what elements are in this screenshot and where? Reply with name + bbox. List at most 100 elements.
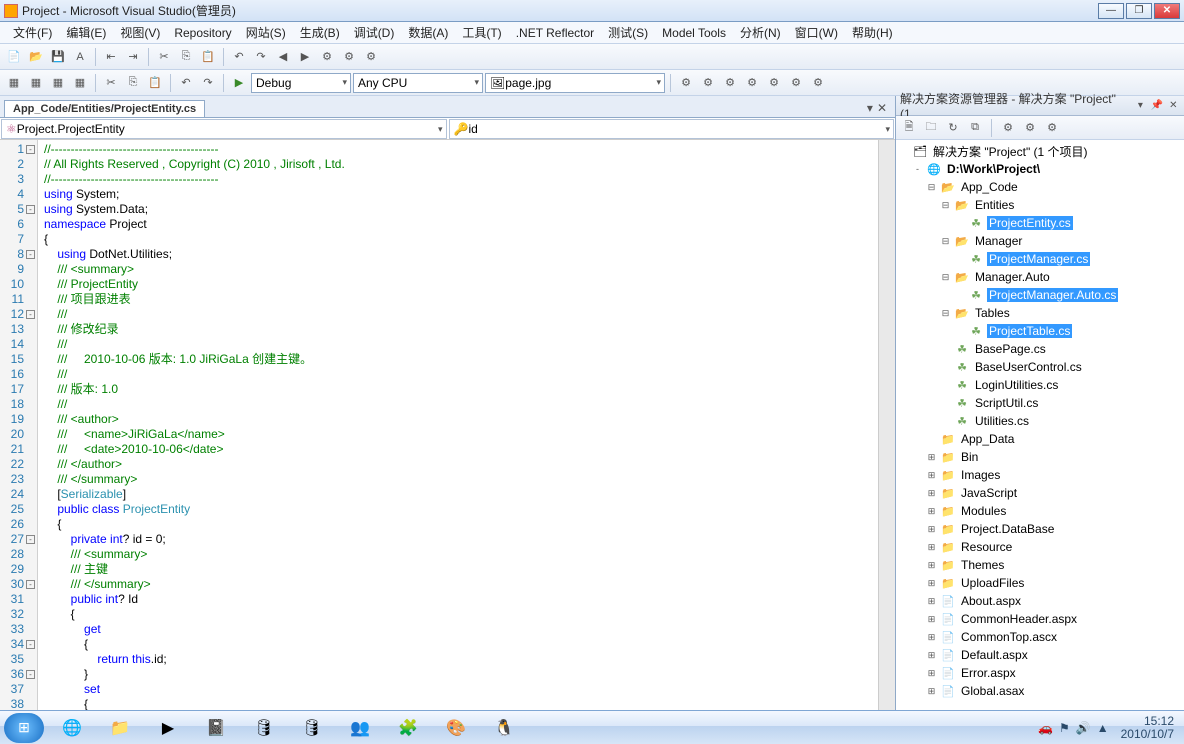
tb-icon[interactable]: ⚙ <box>808 73 828 93</box>
pane-close-icon[interactable]: ✕ <box>1167 99 1180 113</box>
tree-node[interactable]: ☘BaseUserControl.cs <box>896 358 1184 376</box>
tree-node[interactable]: ☘ProjectManager.Auto.cs <box>896 286 1184 304</box>
menu-item[interactable]: Repository <box>167 24 238 42</box>
tree-node[interactable]: ☘ScriptUtil.cs <box>896 394 1184 412</box>
tree-node[interactable]: ⊞📁Resource <box>896 538 1184 556</box>
start-button[interactable]: ⊞ <box>4 713 44 743</box>
open-icon[interactable]: 📂 <box>26 47 46 67</box>
menu-item[interactable]: 网站(S) <box>239 22 293 43</box>
tb-icon[interactable]: ▦ <box>48 73 68 93</box>
menu-item[interactable]: 调试(D) <box>347 22 402 43</box>
show-all-icon[interactable]: 🗀 <box>922 119 940 137</box>
copy-icon[interactable]: ⎘ <box>176 47 196 67</box>
pin-icon[interactable]: 📌 <box>1150 99 1163 113</box>
tray-icon[interactable]: ⚑ <box>1059 721 1070 735</box>
tree-node[interactable]: ⊞📁Project.DataBase <box>896 520 1184 538</box>
nav-back-icon[interactable]: ◀ <box>273 47 293 67</box>
tree-node[interactable]: ⊟📂Manager <box>896 232 1184 250</box>
minimize-button[interactable]: ― <box>1098 3 1124 19</box>
properties-icon[interactable]: 🗎 <box>900 119 918 137</box>
document-tab[interactable]: App_Code/Entities/ProjectEntity.cs <box>4 100 205 117</box>
tree-node[interactable]: ⊟📂Manager.Auto <box>896 268 1184 286</box>
tool-icon[interactable]: ⚙ <box>317 47 337 67</box>
tree-node[interactable]: ⊟📂Tables <box>896 304 1184 322</box>
menu-item[interactable]: 编辑(E) <box>59 22 113 43</box>
font-icon[interactable]: A <box>70 47 90 67</box>
tree-node[interactable]: ⊞📁Themes <box>896 556 1184 574</box>
taskbar-item[interactable]: 🛢 <box>242 713 286 743</box>
tb-icon[interactable]: ▦ <box>70 73 90 93</box>
taskbar-item[interactable]: 📓 <box>194 713 238 743</box>
member-combo[interactable]: 🔑 id <box>449 119 895 139</box>
view-code-icon[interactable]: ⚙ <box>999 119 1017 137</box>
taskbar-item[interactable]: 🎨 <box>434 713 478 743</box>
tree-node[interactable]: ☘ProjectTable.cs <box>896 322 1184 340</box>
tree-node[interactable]: ⊞📁Modules <box>896 502 1184 520</box>
outdent-icon[interactable]: ⇤ <box>101 47 121 67</box>
nav-fwd-icon[interactable]: ▶ <box>295 47 315 67</box>
tray-icon[interactable]: 🚗 <box>1038 721 1053 735</box>
indent-icon[interactable]: ⇥ <box>123 47 143 67</box>
menu-item[interactable]: 测试(S) <box>601 22 655 43</box>
tree-node[interactable]: ⊞📁JavaScript <box>896 484 1184 502</box>
taskbar-item[interactable]: 📁 <box>98 713 142 743</box>
undo-icon[interactable]: ↶ <box>229 47 249 67</box>
copy-icon[interactable]: ⎘ <box>123 73 143 93</box>
tree-node[interactable]: ⊟📂Entities <box>896 196 1184 214</box>
menu-item[interactable]: 生成(B) <box>293 22 347 43</box>
tree-node[interactable]: ⊞📄About.aspx <box>896 592 1184 610</box>
copy-web-icon[interactable]: ⚙ <box>1021 119 1039 137</box>
asp-config-icon[interactable]: ⚙ <box>1043 119 1061 137</box>
close-button[interactable]: ✕ <box>1154 3 1180 19</box>
cut-icon[interactable]: ✂ <box>101 73 121 93</box>
tb-icon[interactable]: ▦ <box>26 73 46 93</box>
tree-node[interactable]: ⊞📄CommonHeader.aspx <box>896 610 1184 628</box>
config-combo[interactable]: Debug <box>251 73 351 93</box>
undo-icon[interactable]: ↶ <box>176 73 196 93</box>
restore-button[interactable]: ❐ <box>1126 3 1152 19</box>
tb-icon[interactable]: ⚙ <box>786 73 806 93</box>
menu-item[interactable]: 分析(N) <box>733 22 788 43</box>
platform-combo[interactable]: Any CPU <box>353 73 483 93</box>
tb-icon[interactable]: ⚙ <box>720 73 740 93</box>
new-file-icon[interactable]: 📄 <box>4 47 24 67</box>
tb-icon[interactable]: ⚙ <box>698 73 718 93</box>
menu-item[interactable]: 视图(V) <box>113 22 167 43</box>
tree-project[interactable]: -🌐D:\Work\Project\ <box>896 160 1184 178</box>
save-icon[interactable]: 💾 <box>48 47 68 67</box>
cut-icon[interactable]: ✂ <box>154 47 174 67</box>
tree-node[interactable]: ⊟📂App_Code <box>896 178 1184 196</box>
tree-node[interactable]: ☘ProjectEntity.cs <box>896 214 1184 232</box>
tree-node[interactable]: 📁App_Data <box>896 430 1184 448</box>
menu-item[interactable]: 数据(A) <box>401 22 455 43</box>
paste-icon[interactable]: 📋 <box>145 73 165 93</box>
tree-node[interactable]: ⊞📄Global.asax <box>896 682 1184 700</box>
tb-icon[interactable]: ▦ <box>4 73 24 93</box>
vertical-scrollbar[interactable] <box>878 140 895 710</box>
start-debug-icon[interactable]: ▶ <box>229 73 249 93</box>
taskbar-item[interactable]: 🧩 <box>386 713 430 743</box>
tree-node[interactable]: ⊞📄Error.aspx <box>896 664 1184 682</box>
taskbar-item[interactable]: ▶ <box>146 713 190 743</box>
taskbar-item[interactable]: 🐧 <box>482 713 526 743</box>
tab-dropdown-icon[interactable]: ▾ <box>867 101 873 115</box>
taskbar-item[interactable]: 🌐 <box>50 713 94 743</box>
paste-icon[interactable]: 📋 <box>198 47 218 67</box>
refresh-icon[interactable]: ↻ <box>944 119 962 137</box>
pane-dropdown-icon[interactable]: ▾ <box>1134 99 1147 113</box>
solution-tree[interactable]: 🗂解决方案 "Project" (1 个项目) -🌐D:\Work\Projec… <box>896 140 1184 710</box>
redo-icon[interactable]: ↷ <box>251 47 271 67</box>
nest-icon[interactable]: ⧉ <box>966 119 984 137</box>
code-editor[interactable]: 1-2345-678-9101112-131415161718192021222… <box>0 140 895 710</box>
redo-icon[interactable]: ↷ <box>198 73 218 93</box>
menu-item[interactable]: 帮助(H) <box>845 22 900 43</box>
tool2-icon[interactable]: ⚙ <box>339 47 359 67</box>
taskbar-item[interactable]: 🛢 <box>290 713 334 743</box>
tree-node[interactable]: ☘ProjectManager.cs <box>896 250 1184 268</box>
tree-node[interactable]: ⊞📁UploadFiles <box>896 574 1184 592</box>
menu-item[interactable]: Model Tools <box>655 24 733 42</box>
startup-combo[interactable]: 🖼 page.jpg <box>485 73 665 93</box>
tree-node[interactable]: ☘BasePage.cs <box>896 340 1184 358</box>
tray-icon[interactable]: 🔊 <box>1076 721 1091 735</box>
tool3-icon[interactable]: ⚙ <box>361 47 381 67</box>
